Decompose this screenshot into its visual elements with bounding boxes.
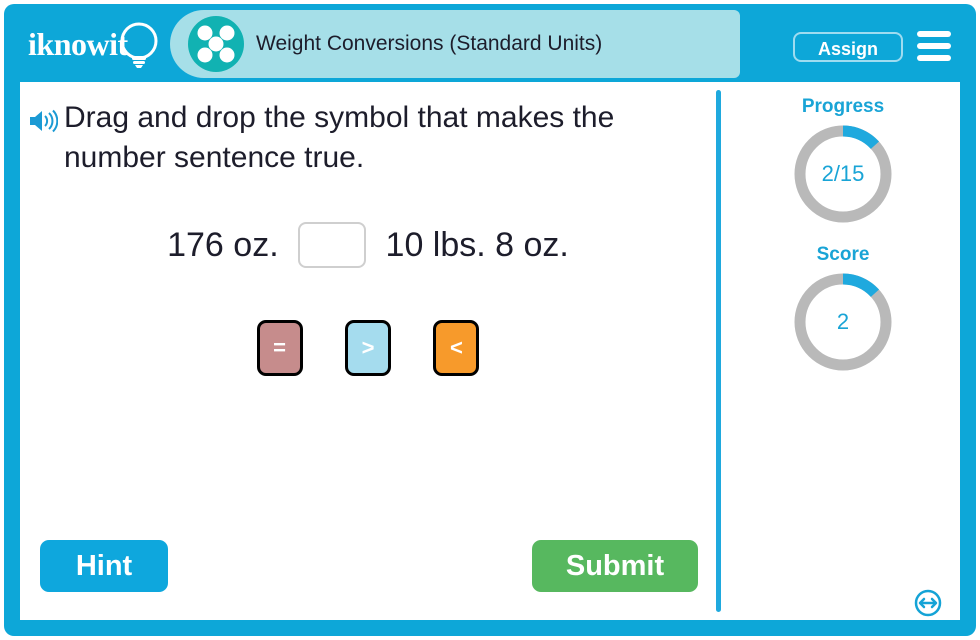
content-stage: Drag and drop the symbol that makes the … [20,82,960,620]
score-value: 2 [836,309,850,334]
status-panel: Progress 2/15 Score 2 [726,82,960,620]
app-frame: iknowit Weight Conversions (Standard Uni… [4,4,976,636]
lesson-title-panel: Weight Conversions (Standard Units) [170,10,740,78]
hamburger-menu-icon[interactable] [917,31,951,61]
menu-bar [917,55,951,61]
tile-equals[interactable]: = [256,320,303,376]
five-dot-circle-icon [188,16,244,72]
question-text: Drag and drop the symbol that makes the … [64,101,615,174]
progress-meter: Progress 2/15 [726,96,960,226]
tile-less-than[interactable]: < [433,320,480,376]
tile-greater-than[interactable]: > [345,320,391,376]
question-block: Drag and drop the symbol that makes the … [28,98,700,178]
score-ring: 2 [791,270,895,374]
assign-button[interactable]: Assign [793,32,903,62]
number-sentence: 176 oz. 10 lbs. 8 oz. [28,222,708,268]
iknowit-logo[interactable]: iknowit [26,18,171,72]
answer-drop-zone[interactable] [298,222,367,268]
score-label: Score [816,244,870,265]
panel-divider [716,90,721,612]
lesson-title: Weight Conversions (Standard Units) [256,32,603,55]
sentence-right-operand: 10 lbs. 8 oz. [385,225,569,264]
speaker-icon[interactable] [28,108,58,134]
progress-value: 2/15 [821,161,865,186]
sentence-left-operand: 176 oz. [167,225,279,264]
resize-horizontal-icon[interactable] [914,589,942,617]
symbol-tile-tray: = > < [28,320,708,376]
score-meter: Score 2 [726,244,960,374]
menu-bar [917,43,951,49]
lightbulb-icon [120,22,158,68]
submit-button[interactable]: Submit [532,540,698,592]
progress-label: Progress [801,96,885,117]
logo-wordmark: iknowit [28,26,128,62]
hint-button[interactable]: Hint [40,540,168,592]
app-header: iknowit Weight Conversions (Standard Uni… [4,4,976,82]
menu-bar [917,31,951,37]
progress-ring: 2/15 [791,122,895,226]
